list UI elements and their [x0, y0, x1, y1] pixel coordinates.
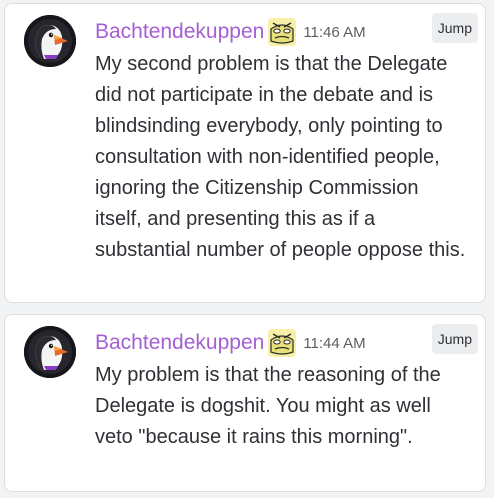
message-header: Bachtendekuppen 11:46 AM — [95, 17, 366, 47]
timestamp[interactable]: 11:46 AM — [303, 18, 365, 48]
username[interactable]: Bachtendekuppen — [95, 328, 264, 358]
message-card[interactable]: Bachtendekuppen 11:46 AM Jump My second … — [4, 3, 486, 303]
puffin-avatar-icon — [24, 15, 76, 67]
timestamp[interactable]: 11:44 AM — [303, 329, 365, 359]
username[interactable]: Bachtendekuppen — [95, 17, 264, 47]
jump-button[interactable]: Jump — [431, 324, 478, 354]
pepe-face-icon — [267, 17, 297, 47]
message-content: My problem is that the reasoning of the … — [95, 364, 441, 448]
puffin-avatar-icon — [24, 326, 76, 378]
message-header: Bachtendekuppen 11:44 AM — [95, 328, 366, 358]
search-results-list: Bachtendekuppen 11:46 AM Jump My second … — [0, 0, 494, 498]
avatar[interactable] — [24, 15, 76, 67]
pepe-face-icon — [267, 328, 297, 358]
avatar[interactable] — [24, 326, 76, 378]
jump-button[interactable]: Jump — [431, 13, 478, 43]
message-content: My second problem is that the Delegate d… — [95, 53, 466, 261]
message-card[interactable]: Bachtendekuppen 11:44 AM Jump My problem… — [4, 314, 486, 492]
